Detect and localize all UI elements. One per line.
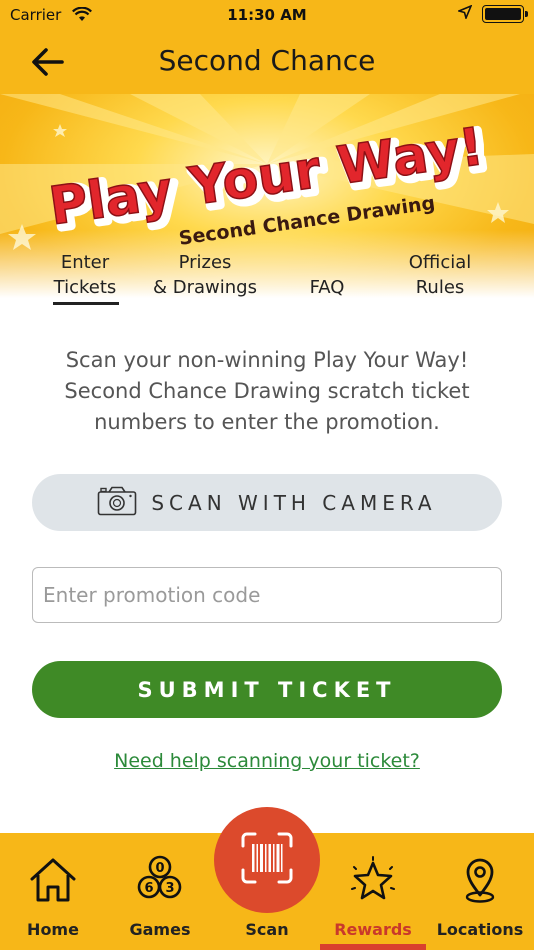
lottery-balls-icon: 0 6 3 <box>135 855 185 905</box>
tab-bar-label: Games <box>129 920 191 939</box>
tab-bar-label: Locations <box>436 920 524 939</box>
star-icon <box>348 855 398 905</box>
submit-button-label: SUBMIT TICKET <box>137 677 397 702</box>
tab-bar-games[interactable]: 0 6 3 Games <box>107 833 213 950</box>
tab-label-line1: Official <box>408 252 472 273</box>
tab-label-line2: Tickets <box>53 277 117 298</box>
location-arrow-icon <box>456 4 473 23</box>
instructions-text: Scan your non-winning Play Your Way! Sec… <box>30 345 504 438</box>
scan-fab-button[interactable] <box>214 807 320 913</box>
help-scanning-link[interactable]: Need help scanning your ticket? <box>0 750 534 772</box>
submit-ticket-button[interactable]: SUBMIT TICKET <box>32 661 502 718</box>
tab-bar-label: Rewards <box>334 920 412 939</box>
tab-prizes-drawings[interactable]: Prizes & Drawings <box>140 250 270 300</box>
tab-bar-label-scan: Scan <box>245 920 289 939</box>
active-tab-indicator <box>320 944 426 950</box>
svg-text:6: 6 <box>144 881 153 896</box>
svg-text:3: 3 <box>165 881 174 896</box>
tab-label-line1: FAQ <box>309 277 345 298</box>
nav-bar: Second Chance <box>0 30 534 94</box>
status-bar: Carrier 11:30 AM <box>0 0 534 30</box>
svg-text:0: 0 <box>155 861 164 876</box>
tab-bar-locations[interactable]: Locations <box>427 833 533 950</box>
scan-button-label: SCAN WITH CAMERA <box>151 490 437 515</box>
tab-label-line2: Rules <box>415 277 465 298</box>
page-title: Second Chance <box>158 44 376 77</box>
tab-selected-indicator <box>53 302 119 305</box>
home-icon <box>28 855 78 905</box>
instructions-line: Scan your non-winning Play Your Way! <box>65 348 469 372</box>
tab-bar-home[interactable]: Home <box>0 833 106 950</box>
tab-bar-rewards[interactable]: Rewards <box>320 833 426 950</box>
tab-label-line1: Prizes <box>178 252 232 273</box>
battery-icon <box>482 5 528 23</box>
instructions-line: numbers to enter the promotion. <box>94 410 440 434</box>
tab-label-line2: & Drawings <box>153 277 257 298</box>
tab-faq[interactable]: FAQ <box>282 275 372 300</box>
scan-with-camera-button[interactable]: SCAN WITH CAMERA <box>32 474 502 531</box>
tab-official-rules[interactable]: Official Rules <box>390 250 490 300</box>
clock: 11:30 AM <box>227 6 307 24</box>
promotion-code-input[interactable] <box>32 567 502 623</box>
tab-enter-tickets[interactable]: Enter Tickets <box>40 250 130 300</box>
tab-label-line1: Enter <box>60 252 110 273</box>
section-tabs: Enter Tickets Prizes & Drawings FAQ Offi… <box>0 250 534 306</box>
tab-bar-label: Home <box>27 920 79 939</box>
instructions-line: Second Chance Drawing scratch ticket <box>64 379 470 403</box>
location-pin-icon <box>455 855 505 905</box>
camera-icon <box>97 486 137 520</box>
